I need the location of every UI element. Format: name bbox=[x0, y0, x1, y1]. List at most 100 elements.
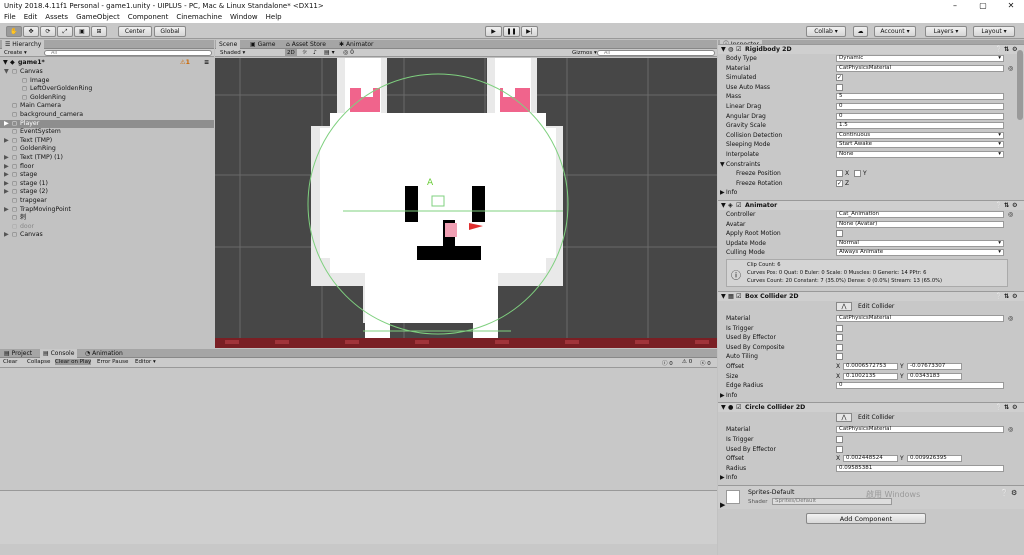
dropdown-arrow-icon[interactable]: ▾ bbox=[998, 151, 1001, 158]
hierarchy-item[interactable]: ▶ ◻ stage (1) bbox=[0, 180, 214, 189]
object-picker-icon[interactable]: ◎ bbox=[1008, 314, 1013, 324]
hierarchy-item[interactable]: ◻ EventSystem bbox=[0, 128, 214, 137]
hierarchy-item[interactable]: ▼ ◻ Canvas bbox=[0, 68, 214, 77]
play-button[interactable]: ▶ bbox=[485, 26, 502, 37]
move-tool-icon[interactable]: ✥ bbox=[23, 26, 39, 37]
hierarchy-item[interactable]: ▶ ◻ Canvas bbox=[0, 231, 214, 240]
expand-arrow-icon[interactable]: ▶ bbox=[720, 473, 725, 483]
hand-tool-icon[interactable]: ✋ bbox=[6, 26, 22, 37]
error-pause-button[interactable]: Error Pause bbox=[97, 359, 128, 365]
property-value-field[interactable]: CatPhysicsMaterial bbox=[836, 64, 1004, 72]
property-value-field[interactable]: 0 bbox=[836, 103, 1004, 110]
property-checkbox[interactable] bbox=[836, 334, 843, 342]
component-enabled-checkbox[interactable]: ☑ bbox=[736, 403, 742, 413]
vector-x-field[interactable]: 0.002448524 bbox=[843, 455, 898, 463]
property-value-field[interactable]: 0.09585381 bbox=[836, 464, 1004, 472]
menu-file[interactable]: File bbox=[0, 12, 20, 23]
property-value-field[interactable]: Start Awake ▾ bbox=[836, 141, 1004, 149]
hierarchy-item[interactable]: ▶ ◻ floor bbox=[0, 163, 214, 172]
menu-gameobject[interactable]: GameObject bbox=[72, 12, 124, 23]
pivot-center-button[interactable]: Center bbox=[118, 26, 152, 37]
expand-arrow-icon[interactable]: ▶ bbox=[720, 188, 725, 198]
property-value-field[interactable]: CatPhysicsMaterial bbox=[836, 315, 1004, 322]
scene-search-input[interactable]: All bbox=[597, 50, 715, 56]
property-checkbox[interactable]: ✓ bbox=[836, 74, 843, 82]
help-icon[interactable]: ❔ bbox=[995, 403, 1003, 413]
layers-dropdown[interactable]: Layers ▾ bbox=[925, 26, 967, 37]
menu-window[interactable]: Window bbox=[226, 12, 262, 23]
expand-arrow-icon[interactable]: ▶ bbox=[4, 188, 9, 197]
object-picker-icon[interactable]: ◎ bbox=[1008, 64, 1013, 74]
component-menu-icon[interactable]: ⚙ bbox=[1012, 292, 1018, 302]
property-checkbox[interactable] bbox=[836, 324, 843, 332]
hierarchy-item[interactable]: ◻ Main Camera bbox=[0, 102, 214, 111]
error-count-toggle[interactable]: ⓧ 0 bbox=[700, 359, 711, 367]
expand-arrow-icon[interactable]: ▶ bbox=[4, 231, 9, 240]
property-value-field[interactable]: Dynamic ▾ bbox=[836, 55, 1004, 62]
property-checkbox[interactable] bbox=[836, 353, 843, 361]
expand-arrow-icon[interactable]: ▶ bbox=[4, 163, 9, 172]
hierarchy-item[interactable]: ◻ Image bbox=[0, 77, 214, 86]
account-dropdown[interactable]: Account ▾ bbox=[874, 26, 916, 37]
tab-asset-store[interactable]: ⌂ Asset Store bbox=[283, 40, 329, 49]
property-value-field[interactable]: 1.5 bbox=[836, 122, 1004, 130]
rect-tool-icon[interactable]: ▣ bbox=[74, 26, 90, 37]
property-value-field[interactable]: None (Avatar) bbox=[836, 220, 1004, 228]
dropdown-arrow-icon[interactable]: ▾ bbox=[998, 240, 1001, 247]
expand-arrow-icon[interactable]: ▶ bbox=[4, 137, 9, 146]
hidden-objects-icon[interactable]: ◎ 0 bbox=[343, 49, 354, 57]
hierarchy-item[interactable]: ◻ LeftOverGoldenRing bbox=[0, 85, 214, 94]
scene-canvas[interactable]: A bbox=[215, 58, 717, 348]
expand-arrow-icon[interactable]: ▶ bbox=[4, 120, 9, 129]
clear-on-play-button[interactable]: Clear on Play bbox=[55, 359, 92, 365]
tab-scene[interactable]: Scene bbox=[216, 40, 241, 49]
component-header-box[interactable]: ▼ ▦ ☑ Box Collider 2D ❔ ⇅ ⚙ bbox=[718, 291, 1024, 301]
editor-dropdown[interactable]: Editor ▾ bbox=[135, 359, 156, 365]
property-value-field[interactable]: 0 bbox=[836, 112, 1004, 120]
component-enabled-checkbox[interactable]: ☑ bbox=[736, 292, 742, 302]
component-menu-icon[interactable]: ⚙ bbox=[1012, 403, 1018, 413]
hierarchy-item[interactable]: ◻ GoldenRing bbox=[0, 145, 214, 154]
vector-y-field[interactable]: 0.0343183 bbox=[907, 372, 962, 380]
dropdown-arrow-icon[interactable]: ▾ bbox=[998, 250, 1001, 256]
menu-cinemachine[interactable]: Cinemachine bbox=[172, 12, 226, 23]
pause-button[interactable]: ❚❚ bbox=[503, 26, 520, 37]
property-checkbox[interactable] bbox=[836, 230, 843, 238]
hierarchy-search-input[interactable]: All bbox=[44, 50, 212, 56]
scale-tool-icon[interactable]: ⤢ bbox=[57, 26, 73, 37]
expand-arrow-icon[interactable]: ▶ bbox=[4, 154, 9, 163]
menu-component[interactable]: Component bbox=[124, 12, 173, 23]
dropdown-arrow-icon[interactable]: ▾ bbox=[998, 132, 1001, 139]
component-header-rigidbody[interactable]: ▼ ◍ ☑ Rigidbody 2D ❔ ⇅ ⚙ bbox=[718, 44, 1024, 54]
help-icon[interactable]: ❔ bbox=[995, 292, 1003, 302]
clear-button[interactable]: Clear bbox=[3, 359, 17, 365]
inspector-scrollbar[interactable] bbox=[1017, 50, 1023, 120]
hierarchy-item[interactable]: ▶ ◻ stage bbox=[0, 171, 214, 180]
lighting-icon[interactable]: ☼ bbox=[302, 49, 307, 57]
vector-y-field[interactable]: 0.009926395 bbox=[907, 455, 962, 463]
scene-viewport[interactable]: A bbox=[215, 58, 717, 348]
material-settings-icon[interactable]: ❔ ⚙ bbox=[1000, 489, 1017, 497]
hierarchy-item[interactable]: ◻ door bbox=[0, 223, 214, 232]
property-value-field[interactable]: Normal ▾ bbox=[836, 239, 1004, 247]
expand-arrow-icon[interactable]: ▶ bbox=[4, 206, 9, 215]
property-value-field[interactable]: Always Animate ▾ bbox=[836, 249, 1004, 257]
object-picker-icon[interactable]: ◎ bbox=[1008, 425, 1013, 435]
cloud-icon[interactable]: ☁ bbox=[853, 26, 868, 37]
warning-count-toggle[interactable]: ⚠ 0 bbox=[682, 359, 692, 365]
expand-arrow-icon[interactable]: ▶ bbox=[720, 501, 725, 509]
freeze-z-checkbox[interactable]: ✓ bbox=[836, 179, 843, 187]
close-button[interactable]: ✕ bbox=[998, 0, 1024, 12]
expand-arrow-icon[interactable]: ▶ bbox=[4, 171, 9, 180]
object-picker-icon[interactable]: ◎ bbox=[1008, 210, 1013, 220]
property-checkbox[interactable] bbox=[836, 445, 843, 453]
hierarchy-item[interactable]: ◻ background_camera bbox=[0, 111, 214, 120]
property-checkbox[interactable] bbox=[836, 83, 843, 91]
vector-x-field[interactable]: 0.0006572753 bbox=[843, 363, 898, 370]
shading-dropdown[interactable]: Shaded ▾ bbox=[220, 49, 245, 57]
menu-edit[interactable]: Edit bbox=[20, 12, 42, 23]
scene-root-row[interactable]: ▼ ◆ game1* ⚠1 ≡ bbox=[0, 59, 214, 68]
component-header-circle[interactable]: ▼ ● ☑ Circle Collider 2D ❔ ⇅ ⚙ bbox=[718, 402, 1024, 413]
expand-arrow-icon[interactable]: ▼ bbox=[721, 292, 726, 302]
hierarchy-item[interactable]: ◻ GoldenRing bbox=[0, 94, 214, 103]
